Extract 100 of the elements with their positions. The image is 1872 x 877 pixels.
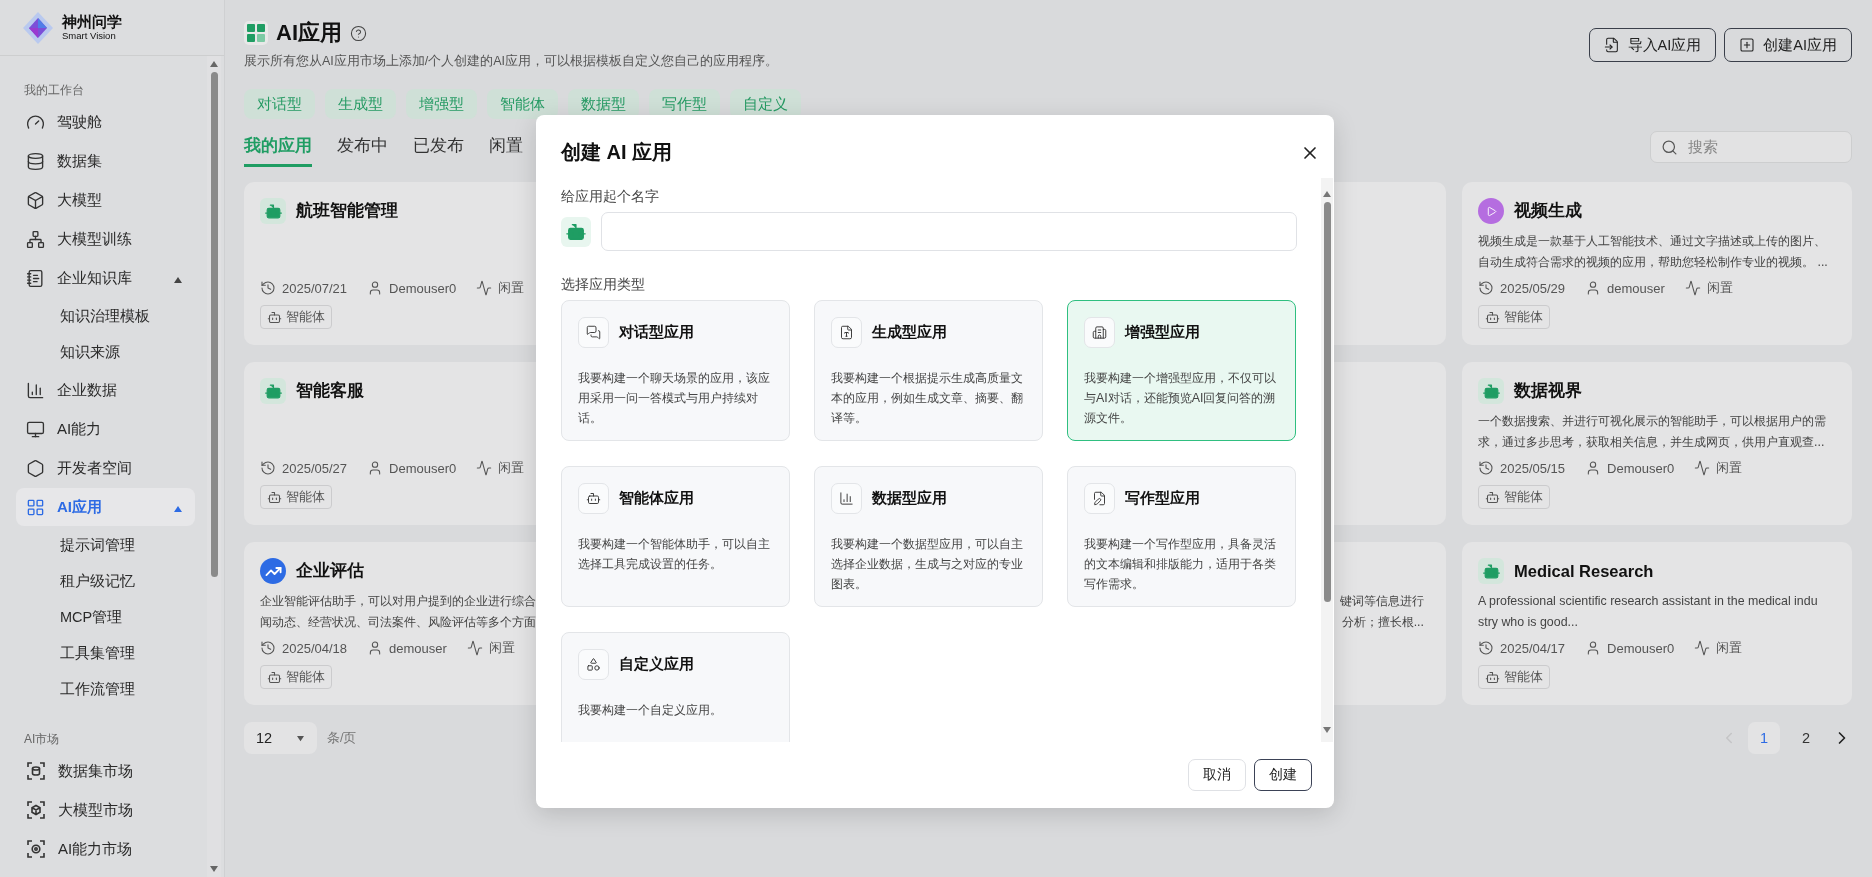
app-card[interactable]: Medical Research A professional scientific research assistant in the medical indu stry who is good... 2025/04/17 Demouser0 闲置 智能体: [1462, 542, 1852, 705]
nav-item[interactable]: 企业知识库: [16, 259, 195, 297]
tab[interactable]: 闲置: [489, 135, 523, 167]
notebook-icon: [26, 268, 45, 288]
avatar-icon: [260, 378, 286, 404]
grid-icon: [26, 497, 45, 517]
scroll-down-icon: [1322, 726, 1332, 734]
search-icon: [1661, 138, 1678, 156]
page-size-select[interactable]: 12: [244, 722, 317, 754]
nav-item[interactable]: 数据集市场: [16, 752, 195, 790]
page-button[interactable]: 2: [1790, 722, 1822, 754]
scan-frame-icon: [26, 761, 46, 781]
type-description: 我要构建一个数据型应用，可以自主选择企业数据，生成与之对应的专业图表。: [831, 536, 1024, 593]
nav-subitem[interactable]: MCP管理: [16, 599, 195, 635]
clock-icon: [1478, 640, 1494, 656]
robot-icon: [578, 483, 609, 514]
monitor-icon: [26, 419, 45, 439]
card-description: 求，通过多步思考，获取相关信息，并生成网页，供用户直观查...: [1478, 434, 1825, 451]
logo-subtitle: Smart Vision: [62, 30, 116, 41]
app-type-card[interactable]: 自定义应用 我要构建一个自定义应用。: [561, 632, 790, 742]
section-label: 我的工作台: [23, 82, 85, 99]
edit-file-icon: [1084, 483, 1115, 514]
logo-title: 神州问学: [62, 14, 122, 31]
nav-subitem[interactable]: 工作流管理: [16, 671, 195, 707]
nav-subitem[interactable]: 工具集管理: [16, 635, 195, 671]
app-type-card[interactable]: 增强型应用 我要构建一个增强型应用，不仅可以与AI对话，还能预览AI回复问答的溯源文件。: [1067, 300, 1296, 441]
page-title: AI应用: [276, 19, 342, 47]
robot-icon: [1485, 489, 1500, 505]
nav-item[interactable]: 企业数据: [16, 371, 195, 409]
card-description: 视频生成是一款基于人工智能技术、通过文字描述或上传的图片、: [1478, 233, 1826, 250]
app-type-card[interactable]: 写作型应用 我要构建一个写作型应用，具备灵活的文本编辑和排版能力，适用于各类写作需求。: [1067, 466, 1296, 607]
nav-item[interactable]: 大模型市场: [16, 791, 195, 829]
nav-item[interactable]: 大模型训练: [16, 220, 195, 258]
type-title: 数据型应用: [872, 489, 947, 508]
app-card[interactable]: 数据视界 一个数据搜索、并进行可视化展示的智能助手，可以根据用户的需 求，通过多步思考，获取相关信息，并生成网页，供用户直观查... 2025/05/15 Demouser0 闲置 智能体: [1462, 362, 1852, 525]
bar-chart-icon: [26, 380, 45, 400]
nav-subitem[interactable]: 知识治理模板: [16, 298, 195, 334]
tab[interactable]: 发布中: [337, 135, 388, 167]
card-status: 闲置: [488, 639, 515, 657]
nav-item[interactable]: 数据集: [16, 142, 195, 180]
robot-icon: [267, 309, 282, 325]
card-user: Demouser0: [389, 280, 457, 296]
nav-subitem[interactable]: 知识来源: [16, 334, 195, 370]
app-type-card[interactable]: 智能体应用 我要构建一个智能体助手，可以自主选择工具完成设置的任务。: [561, 466, 790, 607]
activity-icon: [1694, 640, 1711, 656]
page-button[interactable]: 1: [1748, 722, 1780, 754]
type-description: 我要构建一个写作型应用，具备灵活的文本编辑和排版能力，适用于各类写作需求。: [1084, 536, 1277, 593]
scrollbar[interactable]: [207, 56, 221, 877]
nav-item[interactable]: 驾驶舱: [16, 103, 195, 141]
import-icon: [1603, 37, 1620, 53]
shapes-icon: [578, 649, 609, 680]
tab[interactable]: 已发布: [413, 135, 464, 167]
scan-frame-icon: [26, 800, 46, 820]
card-description: 闻动态、经营状况、司法案件、风险评估等多个方面: [260, 614, 536, 631]
card-status: 闲置: [1706, 279, 1733, 297]
card-title: Medical Research: [1514, 561, 1654, 581]
nav-item[interactable]: 大模型: [16, 181, 195, 219]
clock-icon: [260, 460, 276, 476]
app-type-card[interactable]: 对话型应用 我要构建一个聊天场景的应用，该应用采用一问一答模式与用户持续对话。: [561, 300, 790, 441]
nav-item[interactable]: AI应用: [16, 488, 195, 526]
avatar-icon: [1478, 558, 1504, 584]
app-type-card[interactable]: 数据型应用 我要构建一个数据型应用，可以自主选择企业数据，生成与之对应的专业图表。: [814, 466, 1043, 607]
card-user: demouser: [389, 640, 447, 656]
scroll-down-icon: [209, 865, 219, 873]
type-description: 我要构建一个自定义应用。: [578, 702, 723, 719]
scrollbar[interactable]: [1321, 178, 1333, 742]
scroll-up-icon: [1322, 190, 1332, 198]
create-button[interactable]: 创建AI应用: [1724, 28, 1852, 62]
nav-item[interactable]: 开发者空间: [16, 449, 195, 487]
avatar-icon: [1478, 198, 1504, 224]
robot-icon: [1485, 309, 1500, 325]
card-date: 2025/04/17: [1500, 640, 1566, 656]
card-title: 视频生成: [1514, 200, 1582, 221]
type-description: 我要构建一个增强型应用，不仅可以与AI对话，还能预览AI回复问答的溯源文件。: [1084, 370, 1277, 427]
nav-item[interactable]: AI能力市场: [16, 830, 195, 868]
type-description: 我要构建一个根据提示生成高质量文本的应用，例如生成文章、摘要、翻译等。: [831, 370, 1024, 427]
nav-item[interactable]: AI能力: [16, 410, 195, 448]
nav-subitem[interactable]: 提示词管理: [16, 527, 195, 563]
search-field[interactable]: 搜索: [1650, 131, 1852, 163]
card-tag: 智能体: [1478, 665, 1550, 689]
nav-subitem[interactable]: 租户级记忆: [16, 563, 195, 599]
create-button[interactable]: 创建: [1254, 759, 1312, 791]
caret-icon: [173, 504, 183, 513]
search-input[interactable]: 搜索: [1686, 138, 1836, 156]
card-status: 闲置: [1716, 639, 1743, 657]
cancel-button[interactable]: 取消: [1188, 759, 1246, 791]
caret-icon: [173, 275, 183, 284]
app-card[interactable]: 视频生成 视频生成是一款基于人工智能技术、通过文字描述或上传的图片、 自动生成符合需求的视频的应用，帮助您轻松制作专业的视频。 ... 2025/05/29 demouser 闲置 智能体: [1462, 182, 1852, 345]
activity-icon: [1684, 280, 1701, 296]
card-date: 2025/04/18: [282, 640, 348, 656]
card-user: Demouser0: [1607, 460, 1675, 476]
app-type-card[interactable]: 生成型应用 我要构建一个根据提示生成高质量文本的应用，例如生成文章、摘要、翻译等。: [814, 300, 1043, 441]
section-label: AI市场: [23, 731, 61, 748]
card-tag: 智能体: [1478, 485, 1550, 509]
name-input[interactable]: [601, 212, 1297, 251]
import-button[interactable]: 导入AI应用: [1588, 28, 1717, 62]
card-tag: 智能体: [260, 305, 332, 329]
clock-icon: [1478, 460, 1494, 476]
avatar-icon: [260, 198, 286, 224]
help-icon[interactable]: [350, 24, 367, 42]
